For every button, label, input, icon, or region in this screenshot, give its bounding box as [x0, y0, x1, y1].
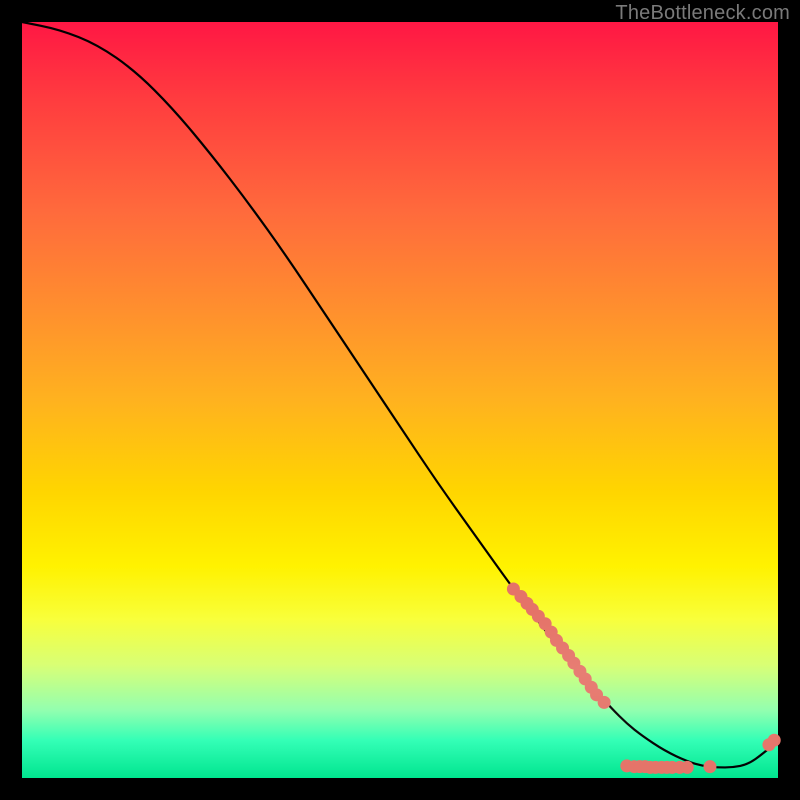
data-point — [681, 761, 694, 774]
data-point — [768, 734, 781, 747]
curve-layer — [22, 22, 778, 778]
scatter-points — [507, 583, 781, 774]
plot-area — [22, 22, 778, 778]
data-point — [703, 760, 716, 773]
chart-container: TheBottleneck.com — [0, 0, 800, 800]
attribution-label: TheBottleneck.com — [615, 2, 790, 25]
bottleneck-curve — [22, 22, 778, 767]
data-point — [598, 696, 611, 709]
